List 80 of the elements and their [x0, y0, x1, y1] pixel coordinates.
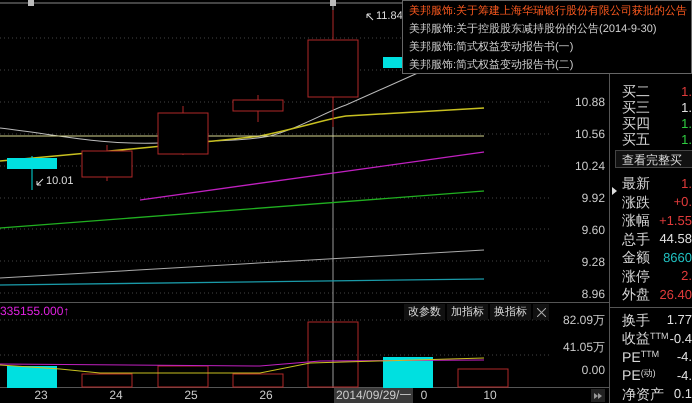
indicator-button[interactable]: 换指标	[490, 304, 531, 320]
volume-bar	[82, 374, 132, 388]
quote-label: 最新	[622, 176, 650, 190]
quote-label: 买五	[622, 132, 650, 146]
quote-label: PE$^{(动)}$	[622, 368, 656, 382]
volume-bar	[308, 322, 358, 388]
scroll-right-button[interactable]	[591, 389, 605, 402]
announcement-item[interactable]: 美邦服饰:关于筹建上海华瑞银行股份有限公司获批的公告	[409, 2, 691, 20]
announcement-item[interactable]: 美邦服饰:简式权益变动报告书(二)	[409, 56, 691, 74]
date-axis-label: 23	[34, 388, 48, 403]
candlestick	[383, 57, 402, 68]
fast-forward-icon	[594, 392, 602, 398]
price-axis-label: 10.56	[574, 126, 605, 143]
quote-value: +0.	[674, 195, 692, 208]
quote-label: 买三	[622, 100, 650, 114]
indicator-button[interactable]: 改参数	[404, 304, 445, 320]
price-axis-label: 10.24	[574, 158, 605, 175]
volume-bar	[158, 366, 208, 388]
indicator-button[interactable]: 加指标	[447, 304, 488, 320]
price-axis-label: 9.92	[582, 190, 605, 207]
quote-value: 1.	[681, 84, 692, 98]
price-annotation: 11.84	[376, 11, 403, 22]
quote-value: 1.	[681, 116, 692, 130]
candlestick	[232, 94, 284, 122]
volume-axis-label: 82.09万	[562, 312, 605, 329]
quote-label: 净资产	[622, 386, 664, 401]
quote-label: 换手	[622, 312, 650, 327]
full-orderbook-button[interactable]: 查看完整买	[615, 150, 692, 168]
quote-label: 金额	[622, 250, 650, 264]
quote-value: 2.	[681, 269, 692, 282]
handle-icon[interactable]	[330, 0, 336, 6]
price-annotation: 10.01	[46, 176, 74, 187]
candlestick	[82, 144, 132, 182]
quote-value: -4.	[676, 350, 692, 364]
quote-label: PE$^{TTM}$	[622, 350, 660, 364]
date-axis-label: 10	[483, 388, 497, 403]
quote-value: 0.1	[674, 387, 692, 400]
quote-value: 1.	[681, 100, 692, 114]
pointer-icon	[612, 187, 617, 195]
quote-value: 26.40	[659, 288, 692, 301]
quote-value: 1.	[681, 176, 692, 190]
announcement-item[interactable]: 美邦服饰:关于控股股东减持股份的公告(2014-9-30)	[409, 20, 691, 38]
quote-label: 买二	[622, 84, 650, 98]
volume-bar	[383, 357, 433, 388]
quote-label: 涨跌	[622, 194, 650, 209]
close-button[interactable]	[533, 304, 549, 320]
quote-label: 涨幅	[622, 213, 650, 228]
volume-bar	[458, 368, 508, 388]
price-axis-label: 9.28	[582, 254, 605, 271]
quote-value: 44.58	[659, 232, 692, 246]
quote-value: -0.4	[670, 332, 692, 345]
volume-reading: 335155.000↑	[0, 305, 70, 317]
close-icon	[536, 308, 546, 316]
volume-bar	[7, 366, 57, 388]
quote-value: 1.77	[666, 313, 692, 326]
date-axis-label: 0	[420, 388, 428, 403]
handle-icon[interactable]	[28, 0, 34, 6]
date-axis-label: 26	[259, 388, 273, 403]
quote-value: 1.	[681, 132, 692, 146]
volume-bar	[232, 374, 284, 388]
quote-label: 收益$^{TTM}$	[622, 331, 668, 346]
quote-label: 外盘	[622, 287, 650, 302]
arrow-icon	[366, 12, 374, 20]
cursor-date-label: 2014/09/29/一	[334, 388, 414, 403]
volume-axis-label: 41.05万	[562, 339, 605, 356]
quote-label: 买四	[622, 116, 650, 130]
date-axis-label: 24	[109, 388, 123, 403]
date-axis-label: 25	[184, 388, 198, 403]
quote-value: 8660	[663, 250, 692, 264]
announcement-item[interactable]: 美邦服饰:简式权益变动报告书(一)	[409, 38, 691, 56]
arrow-icon	[36, 178, 44, 186]
price-axis-label: 10.88	[574, 94, 605, 111]
quote-label: 涨停	[622, 268, 650, 283]
quote-value: +1.55	[659, 214, 692, 227]
quote-value: -4.	[676, 368, 692, 382]
price-axis-label: 8.96	[582, 286, 605, 303]
quote-label: 总手	[622, 232, 650, 246]
candlestick	[158, 106, 208, 156]
price-axis-label: 9.60	[582, 222, 605, 239]
volume-axis-label: 0.00	[582, 362, 605, 379]
